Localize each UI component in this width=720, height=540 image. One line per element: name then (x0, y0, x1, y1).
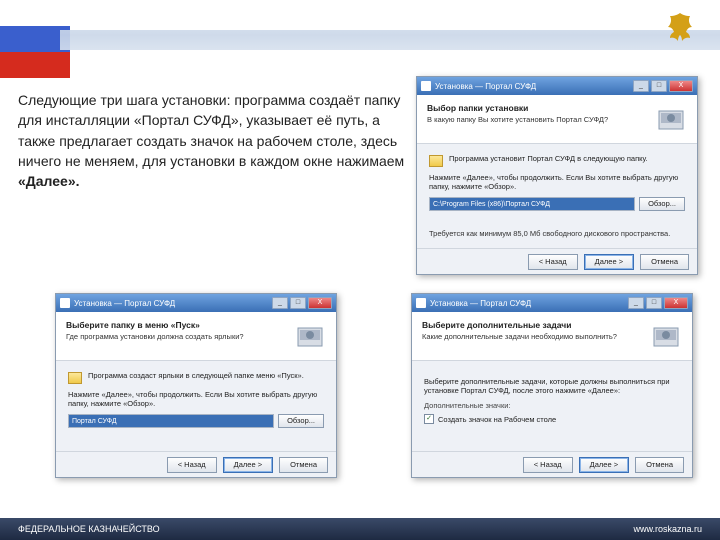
window-title: Установка — Портал СУФД (435, 82, 633, 91)
desktop-icon-checkbox[interactable]: ✓ (424, 414, 434, 424)
disk-icon (655, 103, 687, 135)
startmenu-path-input[interactable]: Портал СУФД (68, 414, 274, 428)
window-title: Установка — Портал СУФД (74, 299, 272, 308)
installer-window-tasks: Установка — Портал СУФД _ □ X Выберите д… (411, 293, 693, 478)
header-ribbon (0, 0, 720, 70)
body-text: Программа установит Портал СУФД в следую… (449, 154, 648, 164)
next-button[interactable]: Далее > (223, 457, 273, 473)
titlebar[interactable]: Установка — Портал СУФД _ □ X (412, 294, 692, 312)
disk-icon (294, 320, 326, 352)
checkbox-label: Создать значок на Рабочем столе (438, 415, 556, 424)
cancel-button[interactable]: Отмена (640, 254, 689, 270)
step-title: Выберите папку в меню «Пуск» (66, 320, 288, 330)
disk-icon (650, 320, 682, 352)
org-name: ФЕДЕРАЛЬНОЕ КАЗНАЧЕЙСТВО (18, 524, 160, 534)
maximize-button[interactable]: □ (651, 80, 667, 92)
back-button[interactable]: < Назад (528, 254, 578, 270)
hint-text: Выберите дополнительные задачи, которые … (424, 377, 680, 395)
org-url: www.roskazna.ru (633, 524, 702, 534)
cancel-button[interactable]: Отмена (279, 457, 328, 473)
minimize-button[interactable]: _ (272, 297, 288, 309)
disk-space-text: Требуется как минимум 85,0 Мб свободного… (429, 229, 685, 238)
minimize-button[interactable]: _ (628, 297, 644, 309)
step-subtitle: В какую папку Вы хотите установить Порта… (427, 115, 649, 124)
cancel-button[interactable]: Отмена (635, 457, 684, 473)
body-text: Программа создаст ярлыки в следующей пап… (88, 371, 304, 381)
back-button[interactable]: < Назад (523, 457, 573, 473)
hint-text: Нажмите «Далее», чтобы продолжить. Если … (68, 390, 324, 408)
installer-window-folder: Установка — Портал СУФД _ □ X Выбор папк… (416, 76, 698, 275)
titlebar[interactable]: Установка — Портал СУФД _ □ X (417, 77, 697, 95)
maximize-button[interactable]: □ (290, 297, 306, 309)
titlebar[interactable]: Установка — Портал СУФД _ □ X (56, 294, 336, 312)
folder-icon (68, 372, 82, 384)
installer-window-startmenu: Установка — Портал СУФД _ □ X Выберите п… (55, 293, 337, 478)
back-button[interactable]: < Назад (167, 457, 217, 473)
page-footer: ФЕДЕРАЛЬНОЕ КАЗНАЧЕЙСТВО www.roskazna.ru (0, 518, 720, 540)
minimize-button[interactable]: _ (633, 80, 649, 92)
maximize-button[interactable]: □ (646, 297, 662, 309)
step-title: Выберите дополнительные задачи (422, 320, 644, 330)
close-button[interactable]: X (664, 297, 688, 309)
next-button[interactable]: Далее > (584, 254, 634, 270)
instruction-text: Следующие три шага установки: программа … (18, 90, 408, 191)
close-button[interactable]: X (308, 297, 332, 309)
next-button[interactable]: Далее > (579, 457, 629, 473)
window-title: Установка — Портал СУФД (430, 299, 628, 308)
section-label: Дополнительные значки: (424, 401, 680, 410)
eagle-emblem-icon (655, 8, 705, 58)
close-button[interactable]: X (669, 80, 693, 92)
hint-text: Нажмите «Далее», чтобы продолжить. Если … (429, 173, 685, 191)
app-icon (416, 298, 426, 308)
russian-flag (0, 0, 70, 80)
app-icon (421, 81, 431, 91)
step-title: Выбор папки установки (427, 103, 649, 113)
step-subtitle: Где программа установки должна создать я… (66, 332, 288, 341)
install-path-input[interactable]: C:\Program Files (x86)\Портал СУФД (429, 197, 635, 211)
folder-icon (429, 155, 443, 167)
app-icon (60, 298, 70, 308)
step-subtitle: Какие дополнительные задачи необходимо в… (422, 332, 644, 341)
browse-button[interactable]: Обзор... (278, 414, 324, 428)
browse-button[interactable]: Обзор... (639, 197, 685, 211)
